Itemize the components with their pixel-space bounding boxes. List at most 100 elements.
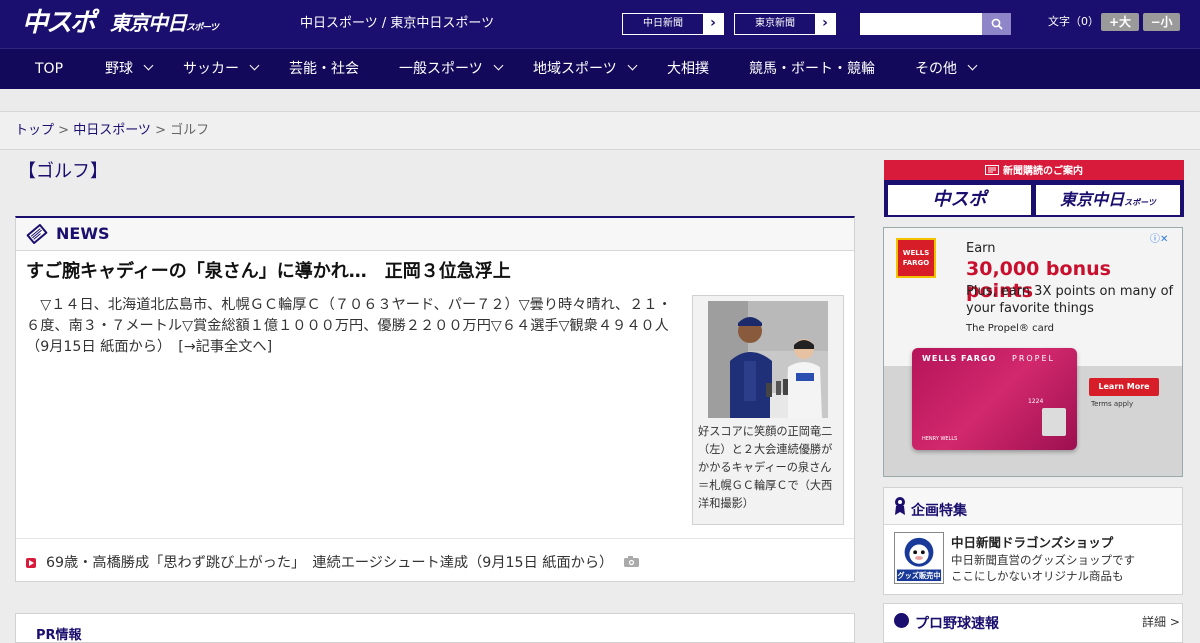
card-product: PROPEL xyxy=(1012,354,1056,363)
learn-more-button[interactable]: Learn More xyxy=(1089,378,1159,396)
nav-general-sports[interactable]: 一般スポーツ xyxy=(399,49,504,89)
news-body-content: ▽１４日、北海道北広島市、札幌ＧＣ輪厚Ｃ（７０６３ヤード、パー７２）▽曇り時々晴… xyxy=(26,297,672,355)
breadcrumb-separator: > xyxy=(150,123,171,138)
baseball-details-link[interactable]: 詳細 > xyxy=(1142,613,1180,630)
breadcrumb-section-link[interactable]: 中日スポーツ xyxy=(73,123,151,138)
subscription-heading-text: 新聞購読のご案内 xyxy=(1003,166,1083,177)
main-nav: TOP 野球 サッカー 芸能・社会 一般スポーツ 地域スポーツ 大相撲 競馬・ボ… xyxy=(0,48,1200,89)
feature-desc-line2: ここにしかないオリジナル商品も xyxy=(951,569,1124,583)
breadcrumb-separator: > xyxy=(54,123,74,138)
feature-desc-line1: 中日新聞直営のグッズショップです xyxy=(951,553,1135,567)
news-photo-box: 好スコアに笑顔の正岡竜二（左）と２大会連続優勝がかかるキャディーの泉さん＝札幌Ｇ… xyxy=(692,295,844,525)
tokyo-logo-text: 東京中日 xyxy=(110,11,187,35)
search-button[interactable] xyxy=(982,13,1011,35)
chevron-right-icon: › xyxy=(703,14,723,34)
related-news-item[interactable]: 69歳・高橋勝成「思わず跳び上がった」 連続エージシュート達成（9月15日 紙面… xyxy=(26,552,639,574)
thumbnail-caption: グッズ販売中 xyxy=(897,571,940,580)
breadcrumb: トップ > 中日スポーツ > ゴルフ xyxy=(15,122,209,140)
tokyo-shimbun-button[interactable]: 東京新聞 › xyxy=(734,13,836,35)
font-smaller-button[interactable]: −小 xyxy=(1143,13,1180,31)
breadcrumb-top-link[interactable]: トップ xyxy=(15,123,54,138)
divider xyxy=(16,538,854,539)
page-title: 【ゴルフ】 xyxy=(18,161,108,182)
nav-label: 芸能・社会 xyxy=(289,61,359,77)
advertisement[interactable]: ⓘ✕ WELLS FARGO Earn 30,000 bonus points … xyxy=(883,227,1183,477)
ad-terms: Terms apply xyxy=(1091,400,1134,408)
nav-top[interactable]: TOP xyxy=(35,49,63,89)
pr-info-label: PR情報 xyxy=(36,628,82,643)
feature-item-desc: 中日新聞直営のグッズショップです ここにしかないオリジナル商品も xyxy=(951,552,1135,584)
nav-other[interactable]: その他 xyxy=(915,49,978,89)
newspaper-icon xyxy=(985,165,999,175)
chevron-down-icon xyxy=(967,60,978,71)
subscription-heading: 新聞購読のご案内 xyxy=(884,164,1184,180)
feature-item-title[interactable]: 中日新聞ドラゴンズショップ xyxy=(951,532,1113,551)
nav-label: 競馬・ボート・競輪 xyxy=(749,61,875,77)
chevron-down-icon xyxy=(143,60,154,71)
font-larger-button[interactable]: +大 xyxy=(1101,13,1139,31)
subscribe-tokyo-chunichi-button[interactable]: 東京中日スポーツ xyxy=(1036,185,1180,215)
font-size-label: 文字（0） xyxy=(1048,15,1099,28)
site-links[interactable]: 中日スポーツ / 東京中日スポーツ xyxy=(300,15,494,33)
news-label: NEWS xyxy=(56,224,110,243)
breadcrumb-bar: トップ > 中日スポーツ > ゴルフ xyxy=(0,112,1200,150)
ad-subtext: Plus, earn 3X points on many of your fav… xyxy=(966,284,1174,316)
credit-card-image: WELLS FARGO PROPEL 1224 HENRY WELLS xyxy=(912,348,1077,450)
nav-sumo[interactable]: 大相撲 xyxy=(667,49,709,89)
news-body-text xyxy=(26,297,40,313)
news-headline[interactable]: すご腕キャディーの「泉さん」に導かれ… 正岡３位急浮上 xyxy=(26,260,511,284)
sub-nav-strip xyxy=(0,89,1200,112)
feature-section: 企画特集 グッズ販売中 中日新聞ドラゴンズショップ 中日新聞直営のグッズショップ… xyxy=(883,487,1183,595)
newspaper-icon xyxy=(26,224,48,244)
nav-label: 地域スポーツ xyxy=(533,61,617,77)
top-header: 中スポ 東京中日スポーツ 中日スポーツ / 東京中日スポーツ 中日新聞 › 東京… xyxy=(0,0,1200,48)
chevron-down-icon xyxy=(493,60,504,71)
news-photo[interactable] xyxy=(708,301,828,418)
feature-label: 企画特集 xyxy=(911,503,967,519)
read-more-link[interactable]: [→記事全文へ] xyxy=(178,339,272,355)
subscribe-tokyo-label: 東京中日 xyxy=(1060,190,1125,209)
tokyo-logo-small: スポーツ xyxy=(186,23,219,33)
ad-info-icon[interactable]: ⓘ✕ xyxy=(1150,230,1168,245)
chevron-down-icon xyxy=(627,60,638,71)
chunichi-shimbun-button[interactable]: 中日新聞 › xyxy=(622,13,724,35)
nav-racing[interactable]: 競馬・ボート・競輪 xyxy=(749,49,875,89)
nav-label: TOP xyxy=(35,61,64,77)
nav-baseball[interactable]: 野球 xyxy=(105,49,154,89)
chevron-right-icon: › xyxy=(815,14,835,34)
dragons-shop-thumbnail[interactable]: グッズ販売中 xyxy=(894,532,944,584)
feature-header: 企画特集 xyxy=(884,488,1182,525)
baseball-scores-section: プロ野球速報 詳細 > xyxy=(883,603,1183,643)
card-number: 1224 xyxy=(1028,398,1044,405)
nav-soccer[interactable]: サッカー xyxy=(183,49,260,89)
search-input[interactable] xyxy=(860,13,982,35)
card-chip-icon xyxy=(1042,408,1066,436)
chunichi-shimbun-label: 中日新聞 xyxy=(643,18,683,29)
card-brand: WELLS FARGO xyxy=(922,354,997,363)
nav-local-sports[interactable]: 地域スポーツ xyxy=(533,49,638,89)
nav-label: 野球 xyxy=(105,61,133,77)
news-body: ▽１４日、北海道北広島市、札幌ＧＣ輪厚Ｃ（７０６３ヤード、パー７２）▽曇り時々晴… xyxy=(26,295,684,358)
photo-caption: 好スコアに笑顔の正岡竜二（左）と２大会連続優勝がかかるキャディーの泉さん＝札幌Ｇ… xyxy=(698,425,833,510)
search-box xyxy=(860,13,1011,35)
chevron-down-icon xyxy=(249,60,260,71)
ribbon-icon xyxy=(895,497,905,515)
subscribe-tokyo-small: スポーツ xyxy=(1124,198,1156,207)
nav-label: 一般スポーツ xyxy=(399,61,483,77)
chuspo-logo[interactable]: 中スポ xyxy=(22,8,96,38)
card-holder-name: HENRY WELLS xyxy=(922,436,958,442)
nav-label: サッカー xyxy=(183,61,239,77)
nav-label: その他 xyxy=(915,61,957,77)
search-icon xyxy=(991,18,1003,30)
baseball-icon xyxy=(894,613,909,628)
ad-card-name: The Propel® card xyxy=(966,323,1055,334)
nav-entertainment[interactable]: 芸能・社会 xyxy=(289,49,359,89)
ad-earn-text: Earn xyxy=(966,241,996,256)
pr-info-box: PR情報 xyxy=(15,613,855,643)
nav-label: 大相撲 xyxy=(667,61,709,77)
subscribe-chuspo-button[interactable]: 中スポ xyxy=(888,185,1031,215)
baseball-label: プロ野球速報 xyxy=(915,616,999,632)
news-header: NEWS xyxy=(16,218,854,251)
related-news-text: 69歳・高橋勝成「思わず跳び上がった」 連続エージシュート達成（9月15日 紙面… xyxy=(46,555,614,571)
tokyo-chunichi-logo[interactable]: 東京中日スポーツ xyxy=(110,10,219,41)
